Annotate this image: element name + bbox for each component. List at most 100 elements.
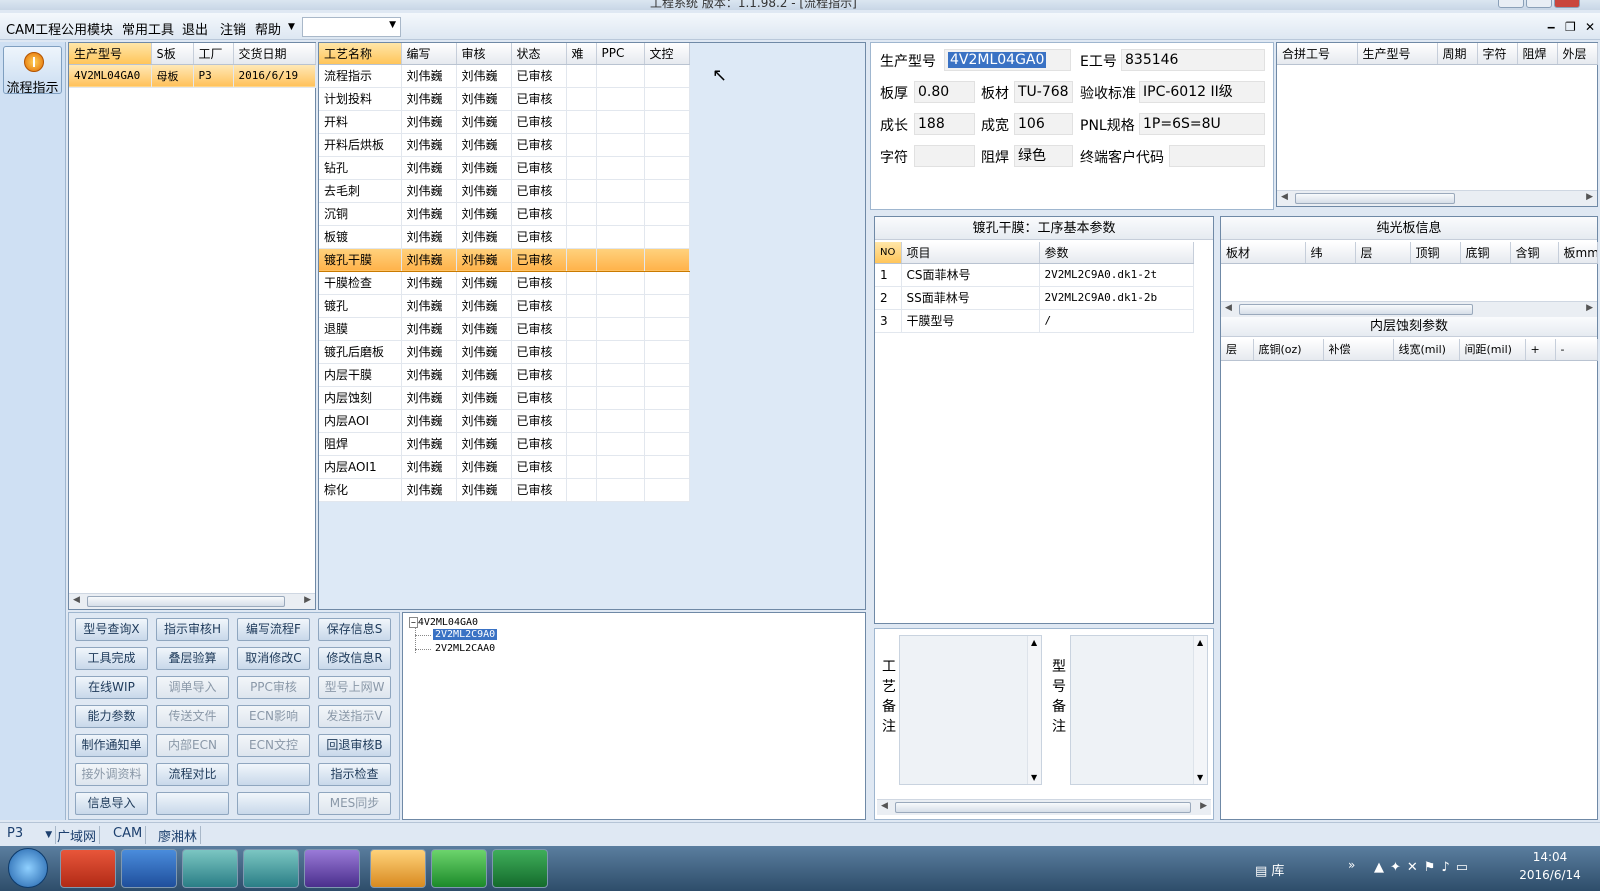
col-item[interactable]: 项目: [901, 242, 1040, 264]
etch-col-1[interactable]: 层: [1221, 339, 1254, 361]
action-button-16[interactable]: 发送指示V: [318, 705, 391, 728]
col-process-name[interactable]: 工艺名称: [319, 43, 402, 65]
etch-col-2[interactable]: 底铜(oz): [1253, 339, 1324, 361]
col-model[interactable]: 生产型号: [69, 43, 152, 65]
table-row[interactable]: 镀孔干膜 刘伟巍 刘伟巍 已审核: [319, 247, 690, 272]
action-button-26[interactable]: [156, 792, 229, 815]
action-button-21[interactable]: 接外调资料: [75, 763, 148, 786]
x-tool-icon[interactable]: [304, 849, 360, 888]
windows-start-icon[interactable]: [8, 848, 48, 888]
menu-combo[interactable]: ▼: [302, 17, 401, 37]
col-status[interactable]: 状态: [511, 43, 567, 65]
table-row[interactable]: 去毛刺 刘伟巍 刘伟巍 已审核: [319, 179, 690, 203]
table-row[interactable]: 退膜 刘伟巍 刘伟巍 已审核: [319, 317, 690, 341]
combine-horizontal-scrollbar[interactable]: ◀ ▶: [1277, 190, 1597, 206]
action-button-27[interactable]: [237, 792, 310, 815]
action-button-7[interactable]: 取消修改C: [237, 647, 310, 670]
network-fish-2-icon[interactable]: [243, 849, 299, 888]
action-button-18[interactable]: 内部ECN: [156, 734, 229, 757]
mdi-minimize-icon[interactable]: ‒: [1547, 20, 1555, 34]
table-row[interactable]: 沉铜 刘伟巍 刘伟巍 已审核: [319, 202, 690, 226]
process-notes-textarea[interactable]: ▲ ▼: [899, 635, 1042, 785]
action-button-9[interactable]: 在线WIP: [75, 676, 148, 699]
table-row[interactable]: 1 CS面菲林号 2V2ML2C9A0.dk1-2t: [875, 263, 1194, 287]
foxit-reader-icon[interactable]: [60, 849, 116, 888]
action-button-28[interactable]: MES同步: [318, 792, 391, 815]
eno-field[interactable]: 835146: [1121, 49, 1265, 71]
tree-root[interactable]: −4V2ML04GA0: [409, 617, 478, 628]
menu-tools[interactable]: 常用工具: [122, 19, 174, 38]
excel-icon[interactable]: [492, 849, 548, 888]
combine-col-6[interactable]: 外层: [1557, 43, 1598, 65]
etch-col-5[interactable]: 间距(mil): [1459, 339, 1526, 361]
action-button-23[interactable]: [237, 763, 310, 786]
menu-logout[interactable]: 注销: [220, 19, 246, 38]
tray-icons[interactable]: ▲✦✕⚑♪▭: [1374, 860, 1474, 875]
combine-col-4[interactable]: 字符: [1477, 43, 1518, 65]
table-row[interactable]: 内层AOI 刘伟巍 刘伟巍 已审核: [319, 409, 690, 433]
tree-child-1[interactable]: 2V2ML2C9A0: [433, 629, 498, 640]
process-instruction-button[interactable]: 流程指示: [3, 46, 62, 96]
col-writer[interactable]: 编写: [401, 43, 457, 65]
action-button-2[interactable]: 指示审核H: [156, 618, 229, 641]
col-sboard[interactable]: S板: [151, 43, 194, 65]
action-button-13[interactable]: 能力参数: [75, 705, 148, 728]
close-window-button[interactable]: [1554, 0, 1580, 8]
etch-col-7[interactable]: -: [1555, 339, 1598, 361]
notes-horizontal-scrollbar[interactable]: ◀ ▶: [877, 799, 1211, 815]
tree-child-2[interactable]: 2V2ML2CAA0: [435, 643, 495, 654]
table-row[interactable]: 钻孔 刘伟巍 刘伟巍 已审核: [319, 156, 690, 180]
etch-col-6[interactable]: +: [1525, 339, 1556, 361]
list-horizontal-scrollbar[interactable]: ◀ ▶: [69, 593, 315, 609]
model-notes-textarea[interactable]: ▲ ▼: [1070, 635, 1208, 785]
table-row[interactable]: 4V2ML04GA0 母板 P3 2016/6/19: [69, 64, 316, 88]
action-button-4[interactable]: 保存信息S: [318, 618, 391, 641]
table-row[interactable]: 板镀 刘伟巍 刘伟巍 已审核: [319, 225, 690, 249]
etch-col-3[interactable]: 补偿: [1323, 339, 1394, 361]
table-row[interactable]: 2 SS面菲林号 2V2ML2C9A0.dk1-2b: [875, 286, 1194, 310]
table-row[interactable]: 计划投料 刘伟巍 刘伟巍 已审核: [319, 87, 690, 111]
mdi-restore-icon[interactable]: ❐: [1565, 20, 1576, 34]
core-horizontal-scrollbar[interactable]: ◀ ▶: [1221, 301, 1597, 317]
restore-window-button[interactable]: [1526, 0, 1552, 8]
action-button-17[interactable]: 制作通知单: [75, 734, 148, 757]
combine-col-2[interactable]: 生产型号: [1357, 43, 1438, 65]
core-col-4[interactable]: 顶铜: [1410, 242, 1461, 264]
action-button-8[interactable]: 修改信息R: [318, 647, 391, 670]
core-col-6[interactable]: 含铜: [1510, 242, 1559, 264]
table-row[interactable]: 流程指示 刘伟巍 刘伟巍 已审核: [319, 64, 690, 88]
thickness-field[interactable]: 0.80: [914, 81, 975, 103]
core-col-5[interactable]: 底铜: [1460, 242, 1511, 264]
col-factory[interactable]: 工厂: [193, 43, 234, 65]
col-ppc[interactable]: PPC: [596, 43, 645, 65]
action-button-20[interactable]: 回退审核B: [318, 734, 391, 757]
menu-cam[interactable]: CAM工程: [6, 19, 61, 38]
customer-field[interactable]: [1169, 145, 1265, 167]
action-button-15[interactable]: ECN影响: [237, 705, 310, 728]
action-button-22[interactable]: 流程对比: [156, 763, 229, 786]
core-col-3[interactable]: 层: [1355, 242, 1411, 264]
col-delivery-date[interactable]: 交货日期: [233, 43, 316, 65]
table-row[interactable]: 内层干膜 刘伟巍 刘伟巍 已审核: [319, 363, 690, 387]
action-button-3[interactable]: 编写流程F: [237, 618, 310, 641]
col-reviewer[interactable]: 审核: [456, 43, 512, 65]
action-button-24[interactable]: 指示检查: [318, 763, 391, 786]
action-button-12[interactable]: 型号上网W: [318, 676, 391, 699]
table-row[interactable]: 棕化 刘伟巍 刘伟巍 已审核: [319, 478, 690, 502]
table-row[interactable]: 开料 刘伟巍 刘伟巍 已审核: [319, 110, 690, 134]
action-button-11[interactable]: PPC审核: [237, 676, 310, 699]
table-row[interactable]: 内层蚀刻 刘伟巍 刘伟巍 已审核: [319, 386, 690, 410]
core-col-7[interactable]: 板mm: [1558, 242, 1598, 264]
action-button-1[interactable]: 型号查询X: [75, 618, 148, 641]
save-icon[interactable]: [121, 849, 177, 888]
action-button-19[interactable]: ECN文控: [237, 734, 310, 757]
action-button-14[interactable]: 传送文件: [156, 705, 229, 728]
col-doc-control[interactable]: 文控: [644, 43, 690, 65]
menu-dropdown-arrow-icon[interactable]: ▼: [288, 22, 295, 32]
width-field[interactable]: 106: [1014, 113, 1073, 135]
table-row[interactable]: 开料后烘板 刘伟巍 刘伟巍 已审核: [319, 133, 690, 157]
pgp-tool-icon[interactable]: [431, 849, 487, 888]
factory-selector[interactable]: P3 ▼: [4, 826, 57, 844]
network-fish-icon[interactable]: [182, 849, 238, 888]
core-col-2[interactable]: 纬: [1305, 242, 1356, 264]
